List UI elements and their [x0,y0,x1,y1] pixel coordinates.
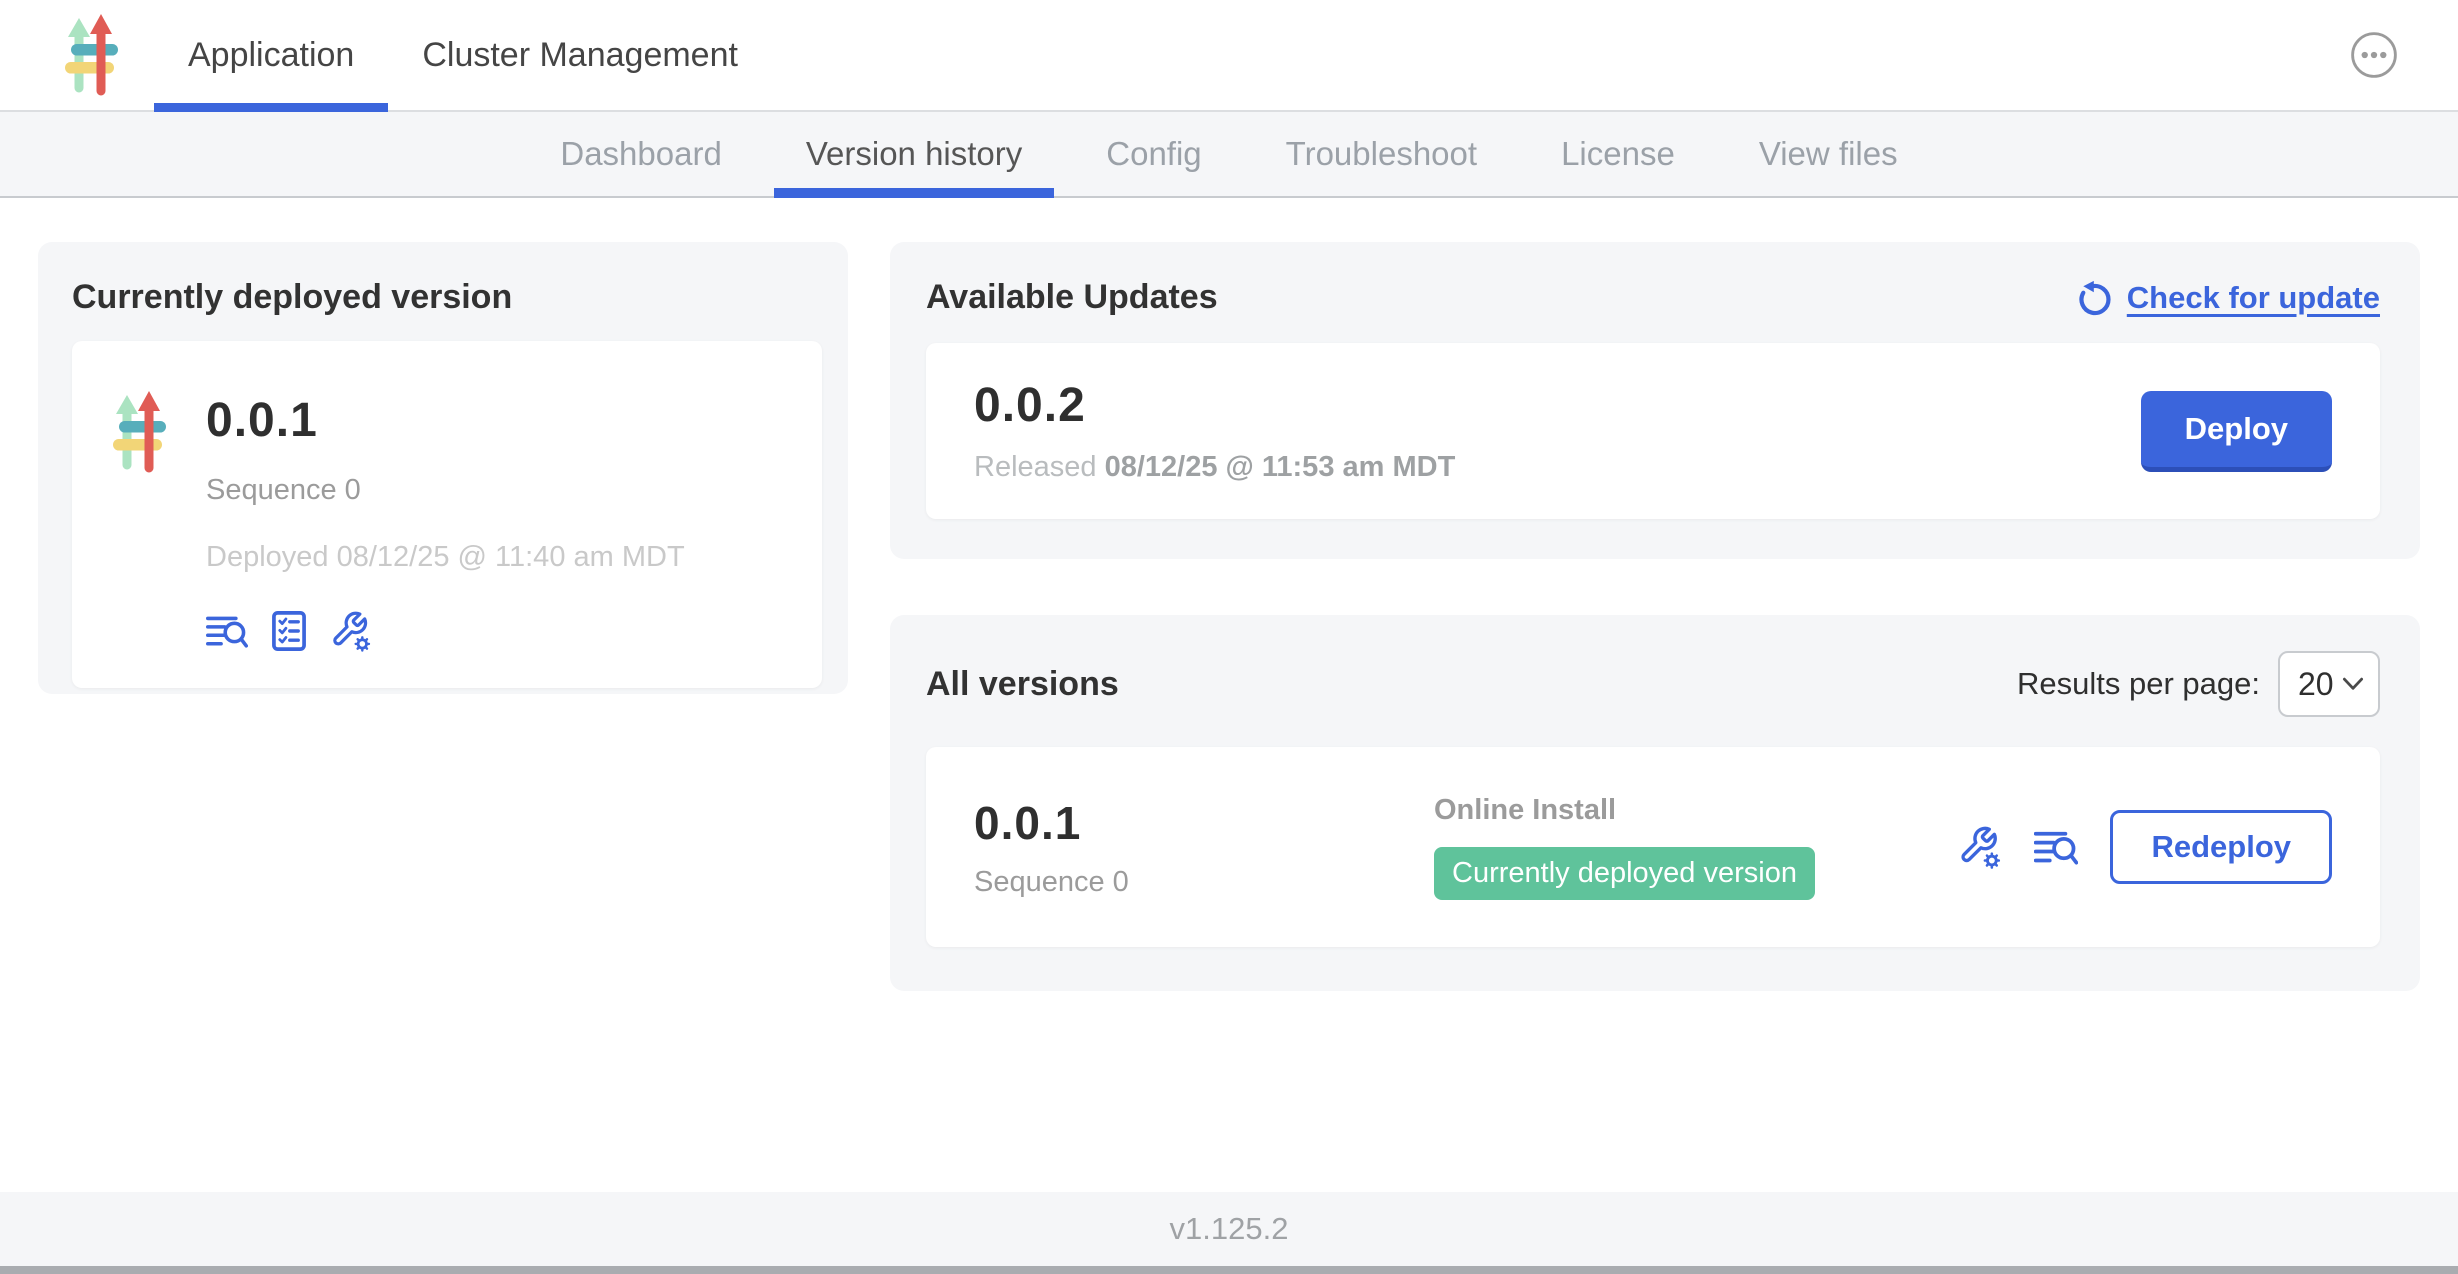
logs-button[interactable] [2034,829,2078,865]
console-version: v1.125.2 [1170,1211,1289,1247]
footer: v1.125.2 [0,1192,2458,1266]
ellipsis-circle-icon [2350,31,2398,79]
update-details: 0.0.2 Released 08/12/25 @ 11:53 am MDT [974,378,1455,484]
edit-config-button[interactable] [330,610,372,652]
currently-deployed-card: Currently deployed version 0.0.1 Sequenc… [38,242,848,694]
tab-version-history[interactable]: Version history [764,112,1064,196]
tab-config[interactable]: Config [1064,112,1243,196]
more-options-button[interactable] [2350,31,2398,79]
version-row-actions: Redeploy [1958,810,2332,884]
config-wrench-icon [330,610,372,652]
edit-config-button[interactable] [1958,825,2002,869]
available-updates-card: Available Updates Check for update 0.0.2… [890,242,2420,559]
tab-view-files[interactable]: View files [1717,112,1940,196]
logs-icon [206,614,248,648]
bottom-edge-bar [0,1266,2458,1274]
logs-button[interactable] [206,614,248,648]
currently-deployed-badge: Currently deployed version [1434,847,1815,900]
right-column: Available Updates Check for update 0.0.2… [890,242,2420,991]
results-per-page: Results per page: 20 [2017,651,2380,717]
install-type-label: Online Install [1434,794,1815,827]
update-row: 0.0.2 Released 08/12/25 @ 11:53 am MDT D… [926,343,2380,519]
config-wrench-icon [1958,825,2002,869]
results-per-page-value: 20 [2298,666,2334,703]
tab-license[interactable]: License [1519,112,1717,196]
deployed-version-number: 0.0.1 [206,393,685,448]
available-updates-title: Available Updates [926,278,1218,317]
refresh-icon [2077,280,2113,316]
logs-icon [2034,829,2078,865]
row-version-number: 0.0.1 [974,796,1434,850]
deployed-version-panel: 0.0.1 Sequence 0 Deployed 08/12/25 @ 11:… [72,341,822,688]
redeploy-button[interactable]: Redeploy [2110,810,2332,884]
all-versions-header: All versions Results per page: 20 [926,651,2380,717]
version-row: 0.0.1 Sequence 0 Online Install Currentl… [926,747,2380,947]
released-date: 08/12/25 @ 11:53 am MDT [1105,451,1456,483]
update-version-number: 0.0.2 [974,378,1455,433]
app-subnav: Dashboard Version history Config Trouble… [0,112,2458,198]
all-versions-card: All versions Results per page: 20 0.0.1 … [890,615,2420,991]
all-versions-title: All versions [926,665,1119,704]
tab-application[interactable]: Application [154,0,388,110]
version-row-status: Online Install Currently deployed versio… [1434,794,1815,900]
check-for-update-label: Check for update [2127,280,2380,316]
version-row-details: 0.0.1 Sequence 0 [974,796,1434,899]
tab-troubleshoot[interactable]: Troubleshoot [1244,112,1519,196]
tab-cluster-management[interactable]: Cluster Management [388,0,772,110]
deployed-version-details: 0.0.1 Sequence 0 Deployed 08/12/25 @ 11:… [206,365,685,652]
tab-dashboard[interactable]: Dashboard [518,112,763,196]
top-header: Application Cluster Management [0,0,2458,112]
deploy-button[interactable]: Deploy [2141,391,2332,472]
preflight-checklist-icon [272,611,306,651]
check-for-update-link[interactable]: Check for update [2077,280,2380,316]
header-tabs: Application Cluster Management [154,0,772,110]
app-logo-icon [64,14,120,96]
deployed-timestamp: Deployed 08/12/25 @ 11:40 am MDT [206,541,685,574]
deployed-version-actions [206,610,685,652]
deployed-sequence: Sequence 0 [206,474,685,507]
results-per-page-label: Results per page: [2017,666,2260,702]
main-content: Currently deployed version 0.0.1 Sequenc… [0,198,2458,991]
app-logo-icon [112,391,168,473]
results-per-page-select[interactable]: 20 [2278,651,2380,717]
currently-deployed-title: Currently deployed version [72,278,822,317]
preflight-checks-button[interactable] [272,611,306,651]
row-sequence: Sequence 0 [974,866,1434,899]
released-label: Released [974,451,1097,483]
app-page: Application Cluster Management Dashboard… [0,0,2458,1274]
available-updates-header: Available Updates Check for update [926,278,2380,317]
update-released-line: Released 08/12/25 @ 11:53 am MDT [974,451,1455,484]
chevron-down-icon [2342,677,2364,691]
